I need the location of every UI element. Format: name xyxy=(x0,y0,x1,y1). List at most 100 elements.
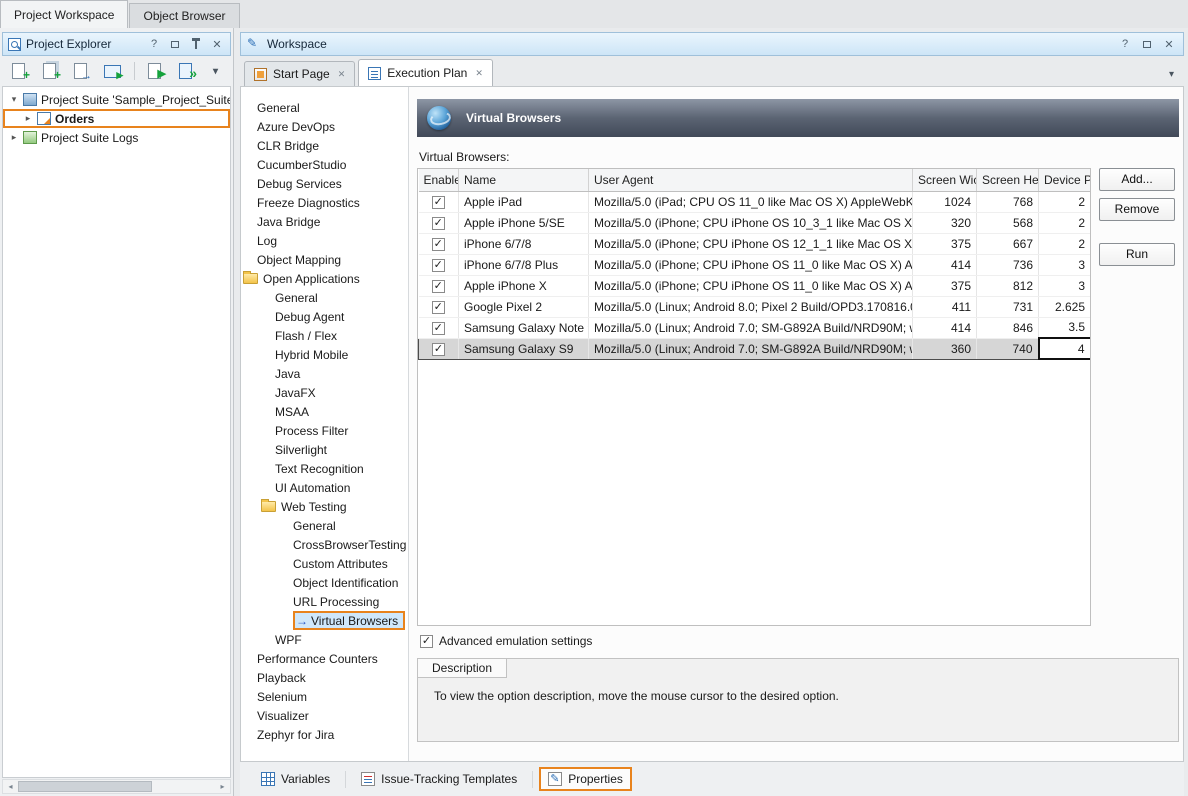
options-tree-item-url-processing[interactable]: URL Processing xyxy=(241,592,408,611)
add-new-project-icon[interactable] xyxy=(41,61,61,81)
add-new-item-icon[interactable] xyxy=(10,61,30,81)
run-routine-icon[interactable] xyxy=(177,61,197,81)
options-tree-item-cucumberstudio[interactable]: CucumberStudio xyxy=(241,155,408,174)
options-tree-item-debug-services[interactable]: Debug Services xyxy=(241,174,408,193)
tree-node-project-suite-logs[interactable]: ▸ Project Suite Logs xyxy=(3,128,230,147)
options-tree-item-hybrid-mobile[interactable]: Hybrid Mobile xyxy=(241,345,408,364)
row-checkbox[interactable]: ✓ xyxy=(432,196,445,209)
scroll-left-icon[interactable]: ◂ xyxy=(3,780,18,793)
options-tree-item-general[interactable]: General xyxy=(241,98,408,117)
options-tree-item-zephyr-for-jira[interactable]: Zephyr for Jira xyxy=(241,725,408,744)
row-checkbox[interactable]: ✓ xyxy=(432,322,445,335)
options-tree-item-debug-agent[interactable]: Debug Agent xyxy=(241,307,408,326)
options-tree-item-java[interactable]: Java xyxy=(241,364,408,383)
virtual-browsers-main: EnableNameUser AgentScreen WicScreen Hei… xyxy=(417,168,1179,626)
options-tree-item-crossbrowsertesting[interactable]: CrossBrowserTesting xyxy=(241,535,408,554)
vb-table-row[interactable]: ✓Samsung Galaxy Note 9Mozilla/5.0 (Linux… xyxy=(419,317,1091,338)
run-test-icon[interactable] xyxy=(146,61,166,81)
options-tree-item-log[interactable]: Log xyxy=(241,231,408,250)
options-tree-item-playback[interactable]: Playback xyxy=(241,668,408,687)
add-button[interactable]: Add... xyxy=(1099,168,1175,191)
help-icon[interactable]: ? xyxy=(146,36,162,52)
bottom-tab-variables[interactable]: Variables xyxy=(252,767,339,791)
scroll-right-icon[interactable]: ▸ xyxy=(215,780,230,793)
doc-tab-execution-plan[interactable]: Execution Plan✕ xyxy=(358,59,493,86)
row-checkbox[interactable]: ✓ xyxy=(432,343,445,356)
tab-list-dropdown-icon[interactable]: ▾ xyxy=(1169,69,1180,86)
advanced-emulation-checkbox[interactable]: ✓ xyxy=(420,635,433,648)
row-checkbox[interactable]: ✓ xyxy=(432,217,445,230)
bottom-tab-issue-tracking-templates[interactable]: Issue-Tracking Templates xyxy=(352,767,526,791)
vb-table-row[interactable]: ✓iPhone 6/7/8 PlusMozilla/5.0 (iPhone; C… xyxy=(419,254,1091,275)
tree-node-label: Project Suite Logs xyxy=(41,131,138,145)
options-tree-item-custom-attributes[interactable]: Custom Attributes xyxy=(241,554,408,573)
vb-table-row[interactable]: ✓Apple iPhone XMozilla/5.0 (iPhone; CPU … xyxy=(419,275,1091,296)
bottom-tab-properties[interactable]: Properties xyxy=(539,767,632,791)
options-tree-item-object-identification[interactable]: Object Identification xyxy=(241,573,408,592)
scrollbar-thumb[interactable] xyxy=(18,781,152,792)
remove-button[interactable]: Remove xyxy=(1099,198,1175,221)
toolbar-dropdown-icon[interactable] xyxy=(208,61,220,81)
open-file-icon[interactable] xyxy=(72,61,92,81)
options-tree-item-azure-devops[interactable]: Azure DevOps xyxy=(241,117,408,136)
caret-collapsed-icon[interactable]: ▸ xyxy=(9,132,19,143)
tree-node-project-suite-sample-project-suite-1-p[interactable]: ▾Project Suite 'Sample_Project_Suite' (1… xyxy=(3,90,230,109)
row-checkbox[interactable]: ✓ xyxy=(432,301,445,314)
caret-collapsed-icon[interactable]: ▸ xyxy=(23,113,33,124)
options-tree-item-silverlight[interactable]: Silverlight xyxy=(241,440,408,459)
options-tree-item-virtual-browsers[interactable]: →Virtual Browsers xyxy=(241,611,408,630)
vb-table-row[interactable]: ✓Apple iPhone 5/SEMozilla/5.0 (iPhone; C… xyxy=(419,212,1091,233)
column-header-screen-heig[interactable]: Screen Heig xyxy=(977,169,1039,191)
help-icon[interactable]: ? xyxy=(1117,36,1133,52)
options-tree-item-general[interactable]: General xyxy=(241,516,408,535)
app-tab-project-workspace[interactable]: Project Workspace xyxy=(0,0,128,28)
float-window-icon[interactable] xyxy=(167,36,183,52)
options-tree-item-object-mapping[interactable]: Object Mapping xyxy=(241,250,408,269)
options-tree-item-selenium[interactable]: Selenium xyxy=(241,687,408,706)
options-tree-item-clr-bridge[interactable]: CLR Bridge xyxy=(241,136,408,155)
record-test-icon[interactable] xyxy=(103,61,123,81)
vb-table-row[interactable]: ✓iPhone 6/7/8Mozilla/5.0 (iPhone; CPU iP… xyxy=(419,233,1091,254)
column-header-device-pi[interactable]: Device Pi xyxy=(1039,169,1091,191)
doc-tab-start-page[interactable]: Start Page✕ xyxy=(244,61,355,86)
column-header-name[interactable]: Name xyxy=(459,169,589,191)
options-tree-item-performance-counters[interactable]: Performance Counters xyxy=(241,649,408,668)
vb-table-row[interactable]: ✓Google Pixel 2Mozilla/5.0 (Linux; Andro… xyxy=(419,296,1091,317)
row-checkbox[interactable]: ✓ xyxy=(432,238,445,251)
row-checkbox[interactable]: ✓ xyxy=(432,280,445,293)
tree-node-orders[interactable]: ▸Orders xyxy=(3,109,230,128)
options-tree-item-text-recognition[interactable]: Text Recognition xyxy=(241,459,408,478)
options-tree-item-wpf[interactable]: WPF xyxy=(241,630,408,649)
column-header-user-agent[interactable]: User Agent xyxy=(589,169,913,191)
close-icon[interactable]: ✕ xyxy=(1161,36,1177,52)
vb-table-row[interactable]: ✓Apple iPadMozilla/5.0 (iPad; CPU OS 11_… xyxy=(419,191,1091,212)
options-tree-item-general[interactable]: General xyxy=(241,288,408,307)
run-button[interactable]: Run xyxy=(1099,243,1175,266)
tab-close-icon[interactable]: ✕ xyxy=(338,69,346,80)
options-tree-item-freeze-diagnostics[interactable]: Freeze Diagnostics xyxy=(241,193,408,212)
options-tree-item-java-bridge[interactable]: Java Bridge xyxy=(241,212,408,231)
options-tree-item-ui-automation[interactable]: UI Automation xyxy=(241,478,408,497)
vb-table-row[interactable]: ✓Samsung Galaxy S9Mozilla/5.0 (Linux; An… xyxy=(419,338,1091,359)
column-header-screen-wic[interactable]: Screen Wic xyxy=(913,169,977,191)
close-icon[interactable]: ✕ xyxy=(209,36,225,52)
options-tree-item-open-applications[interactable]: Open Applications xyxy=(241,269,408,288)
project-explorer-icon xyxy=(8,38,21,51)
horizontal-scrollbar[interactable]: ◂ ▸ xyxy=(2,779,231,794)
virtual-browsers-table[interactable]: EnableNameUser AgentScreen WicScreen Hei… xyxy=(417,168,1091,626)
caret-expanded-icon[interactable]: ▾ xyxy=(9,94,19,105)
float-window-icon[interactable] xyxy=(1139,36,1155,52)
options-tree-item-javafx[interactable]: JavaFX xyxy=(241,383,408,402)
app-tab-object-browser[interactable]: Object Browser xyxy=(129,3,239,28)
scrollbar-track[interactable] xyxy=(18,780,215,793)
column-header-enable[interactable]: Enable xyxy=(419,169,459,191)
options-tree-item-msaa[interactable]: MSAA xyxy=(241,402,408,421)
options-tree-item-flash-flex[interactable]: Flash / Flex xyxy=(241,326,408,345)
float-window-glyph xyxy=(171,41,179,48)
options-tree-item-web-testing[interactable]: Web Testing xyxy=(241,497,408,516)
row-checkbox[interactable]: ✓ xyxy=(432,259,445,272)
options-tree-item-visualizer[interactable]: Visualizer xyxy=(241,706,408,725)
tab-close-icon[interactable]: ✕ xyxy=(475,68,483,79)
pin-icon[interactable] xyxy=(188,36,204,52)
options-tree-item-process-filter[interactable]: Process Filter xyxy=(241,421,408,440)
